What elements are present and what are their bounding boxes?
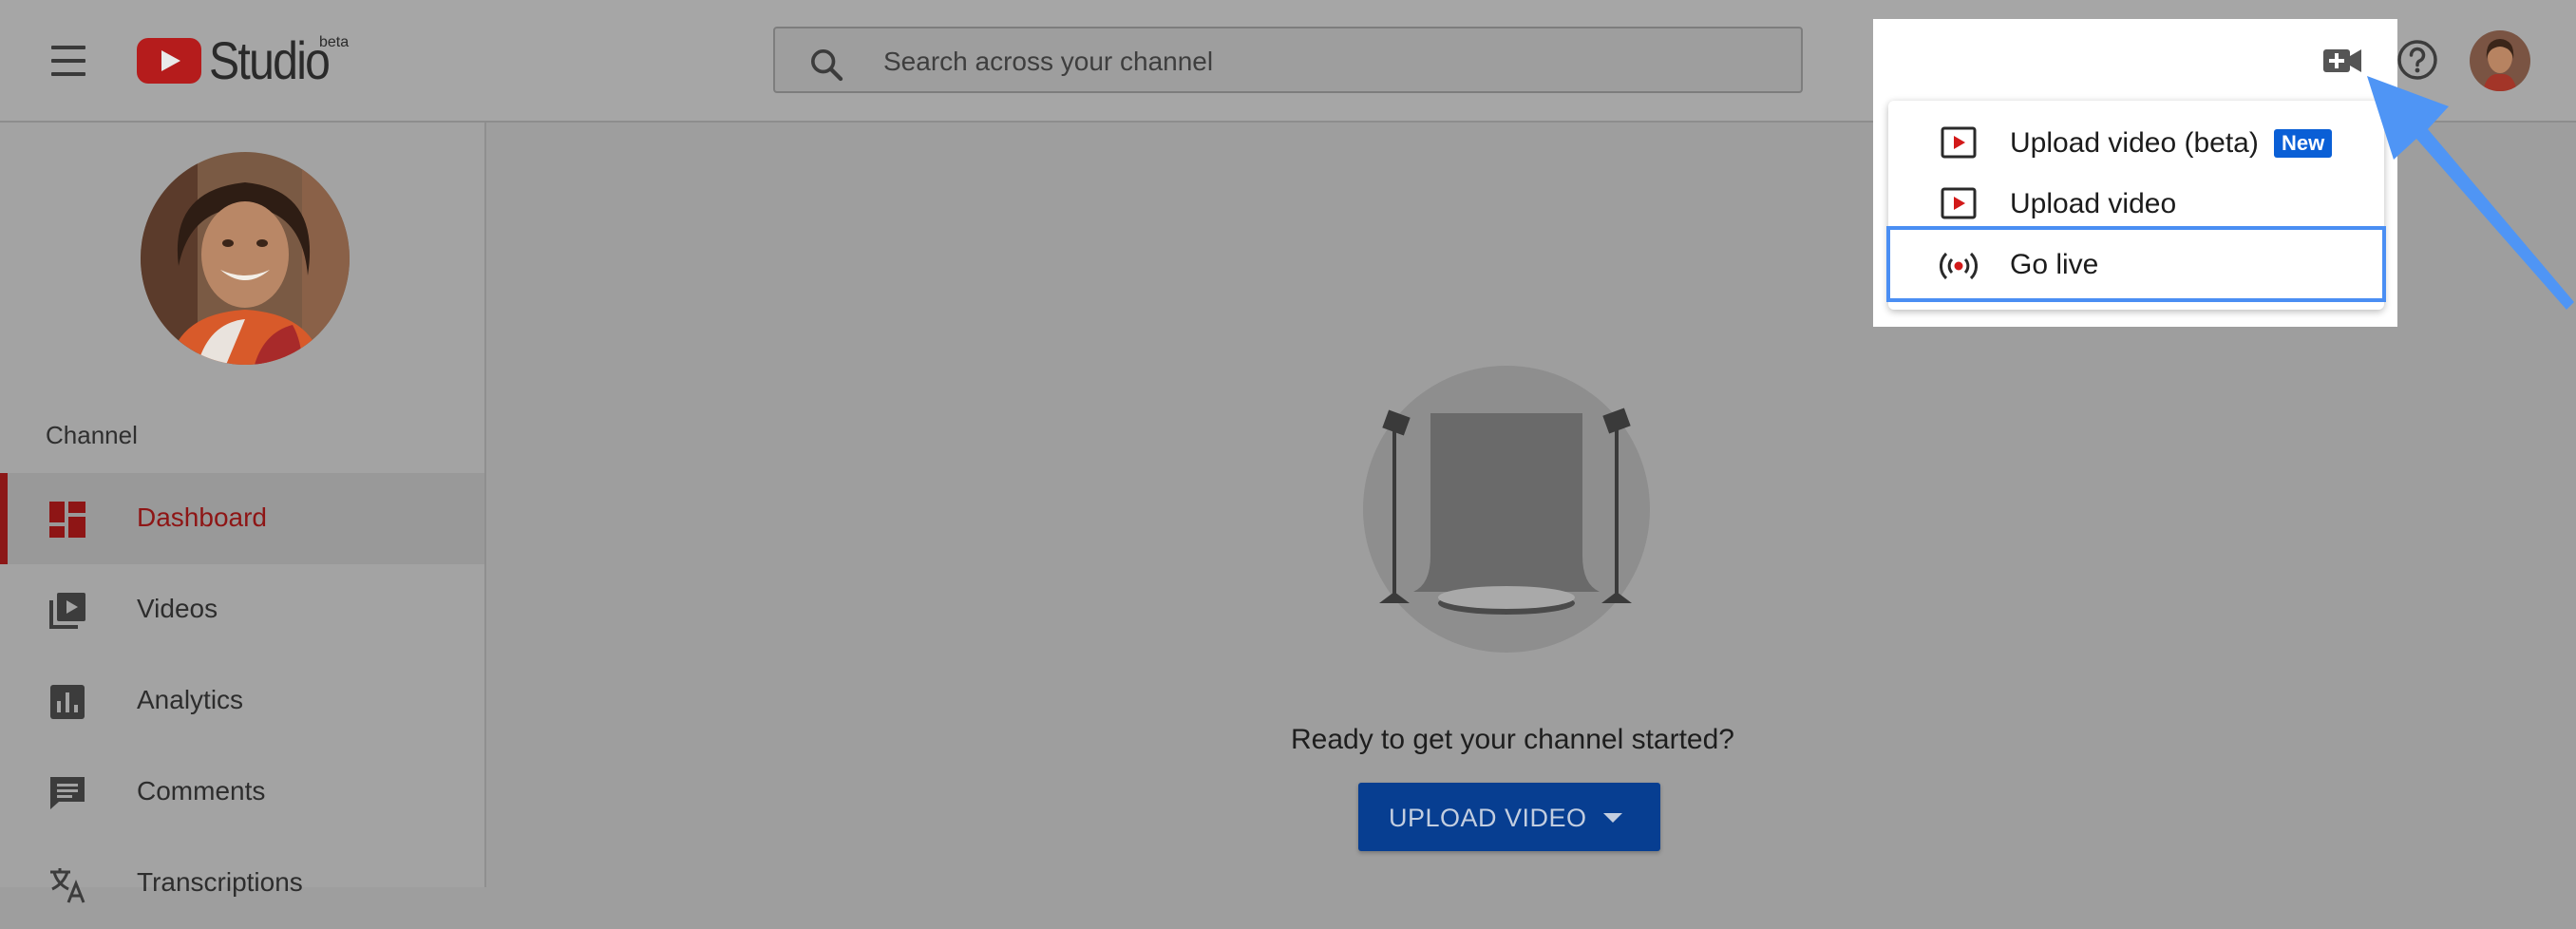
sidebar-item-label: Analytics: [137, 685, 244, 714]
hamburger-icon[interactable]: [47, 42, 89, 80]
sidebar-item-dashboard[interactable]: Dashboard: [0, 473, 484, 564]
section-label-channel: Channel: [46, 421, 138, 449]
sidebar-item-transcriptions[interactable]: Transcriptions: [0, 838, 484, 929]
search-icon[interactable]: [807, 46, 845, 84]
sidebar-item-label: Videos: [137, 594, 218, 623]
avatar[interactable]: [2470, 30, 2530, 91]
youtube-play-icon: [137, 38, 201, 84]
channel-avatar[interactable]: [141, 152, 350, 365]
sidebar-item-comments[interactable]: Comments: [0, 747, 484, 838]
menu-item-label: Upload video (beta): [2010, 127, 2259, 159]
transcriptions-icon: [50, 868, 85, 903]
search-box: [773, 27, 1803, 93]
upload-video-button-label: UPLOAD VIDEO: [1389, 804, 1587, 832]
upload-video-item[interactable]: Upload video: [1888, 173, 2384, 234]
upload-video-beta-item[interactable]: Upload video (beta) New: [1888, 112, 2384, 173]
sidebar-item-analytics[interactable]: Analytics: [0, 655, 484, 747]
upload-video-icon: [1941, 187, 1977, 219]
upload-video-button[interactable]: UPLOAD VIDEO: [1358, 783, 1660, 851]
beta-badge: beta: [319, 34, 350, 50]
active-indicator: [0, 473, 8, 564]
sidebar: Channel Dashboard Videos Analytics Comme…: [0, 123, 486, 903]
create-dropdown: Upload video (beta) New Upload video Go …: [1886, 101, 2386, 310]
sidebar-item-label: Dashboard: [137, 502, 267, 532]
chevron-down-icon[interactable]: [1603, 813, 1622, 823]
help-circle-icon[interactable]: [2396, 38, 2439, 82]
menu-item-label: Upload video: [2010, 188, 2177, 219]
video-camera-add-icon[interactable]: [2321, 44, 2363, 78]
dashboard-icon: [49, 502, 85, 538]
search-input[interactable]: [881, 42, 1740, 82]
studio-illustration: [1363, 366, 1650, 653]
upload-video-icon: [1941, 126, 1977, 159]
get-started-text: Ready to get your channel started?: [1291, 724, 1734, 755]
new-badge: New: [2274, 129, 2333, 158]
videos-icon: [49, 593, 85, 629]
live-broadcast-icon: [1940, 252, 1978, 280]
sidebar-item-videos[interactable]: Videos: [0, 564, 484, 655]
logo-text: Studio: [209, 30, 331, 90]
sidebar-item-label: Transcriptions: [137, 867, 303, 897]
sidebar-item-label: Comments: [137, 776, 266, 806]
comments-icon: [50, 777, 85, 809]
go-live-item[interactable]: Go live: [1886, 226, 2386, 302]
analytics-icon: [50, 685, 85, 719]
studio-app: Studio beta Search across your channel C…: [0, 0, 2576, 903]
menu-item-label: Go live: [2010, 249, 2099, 280]
